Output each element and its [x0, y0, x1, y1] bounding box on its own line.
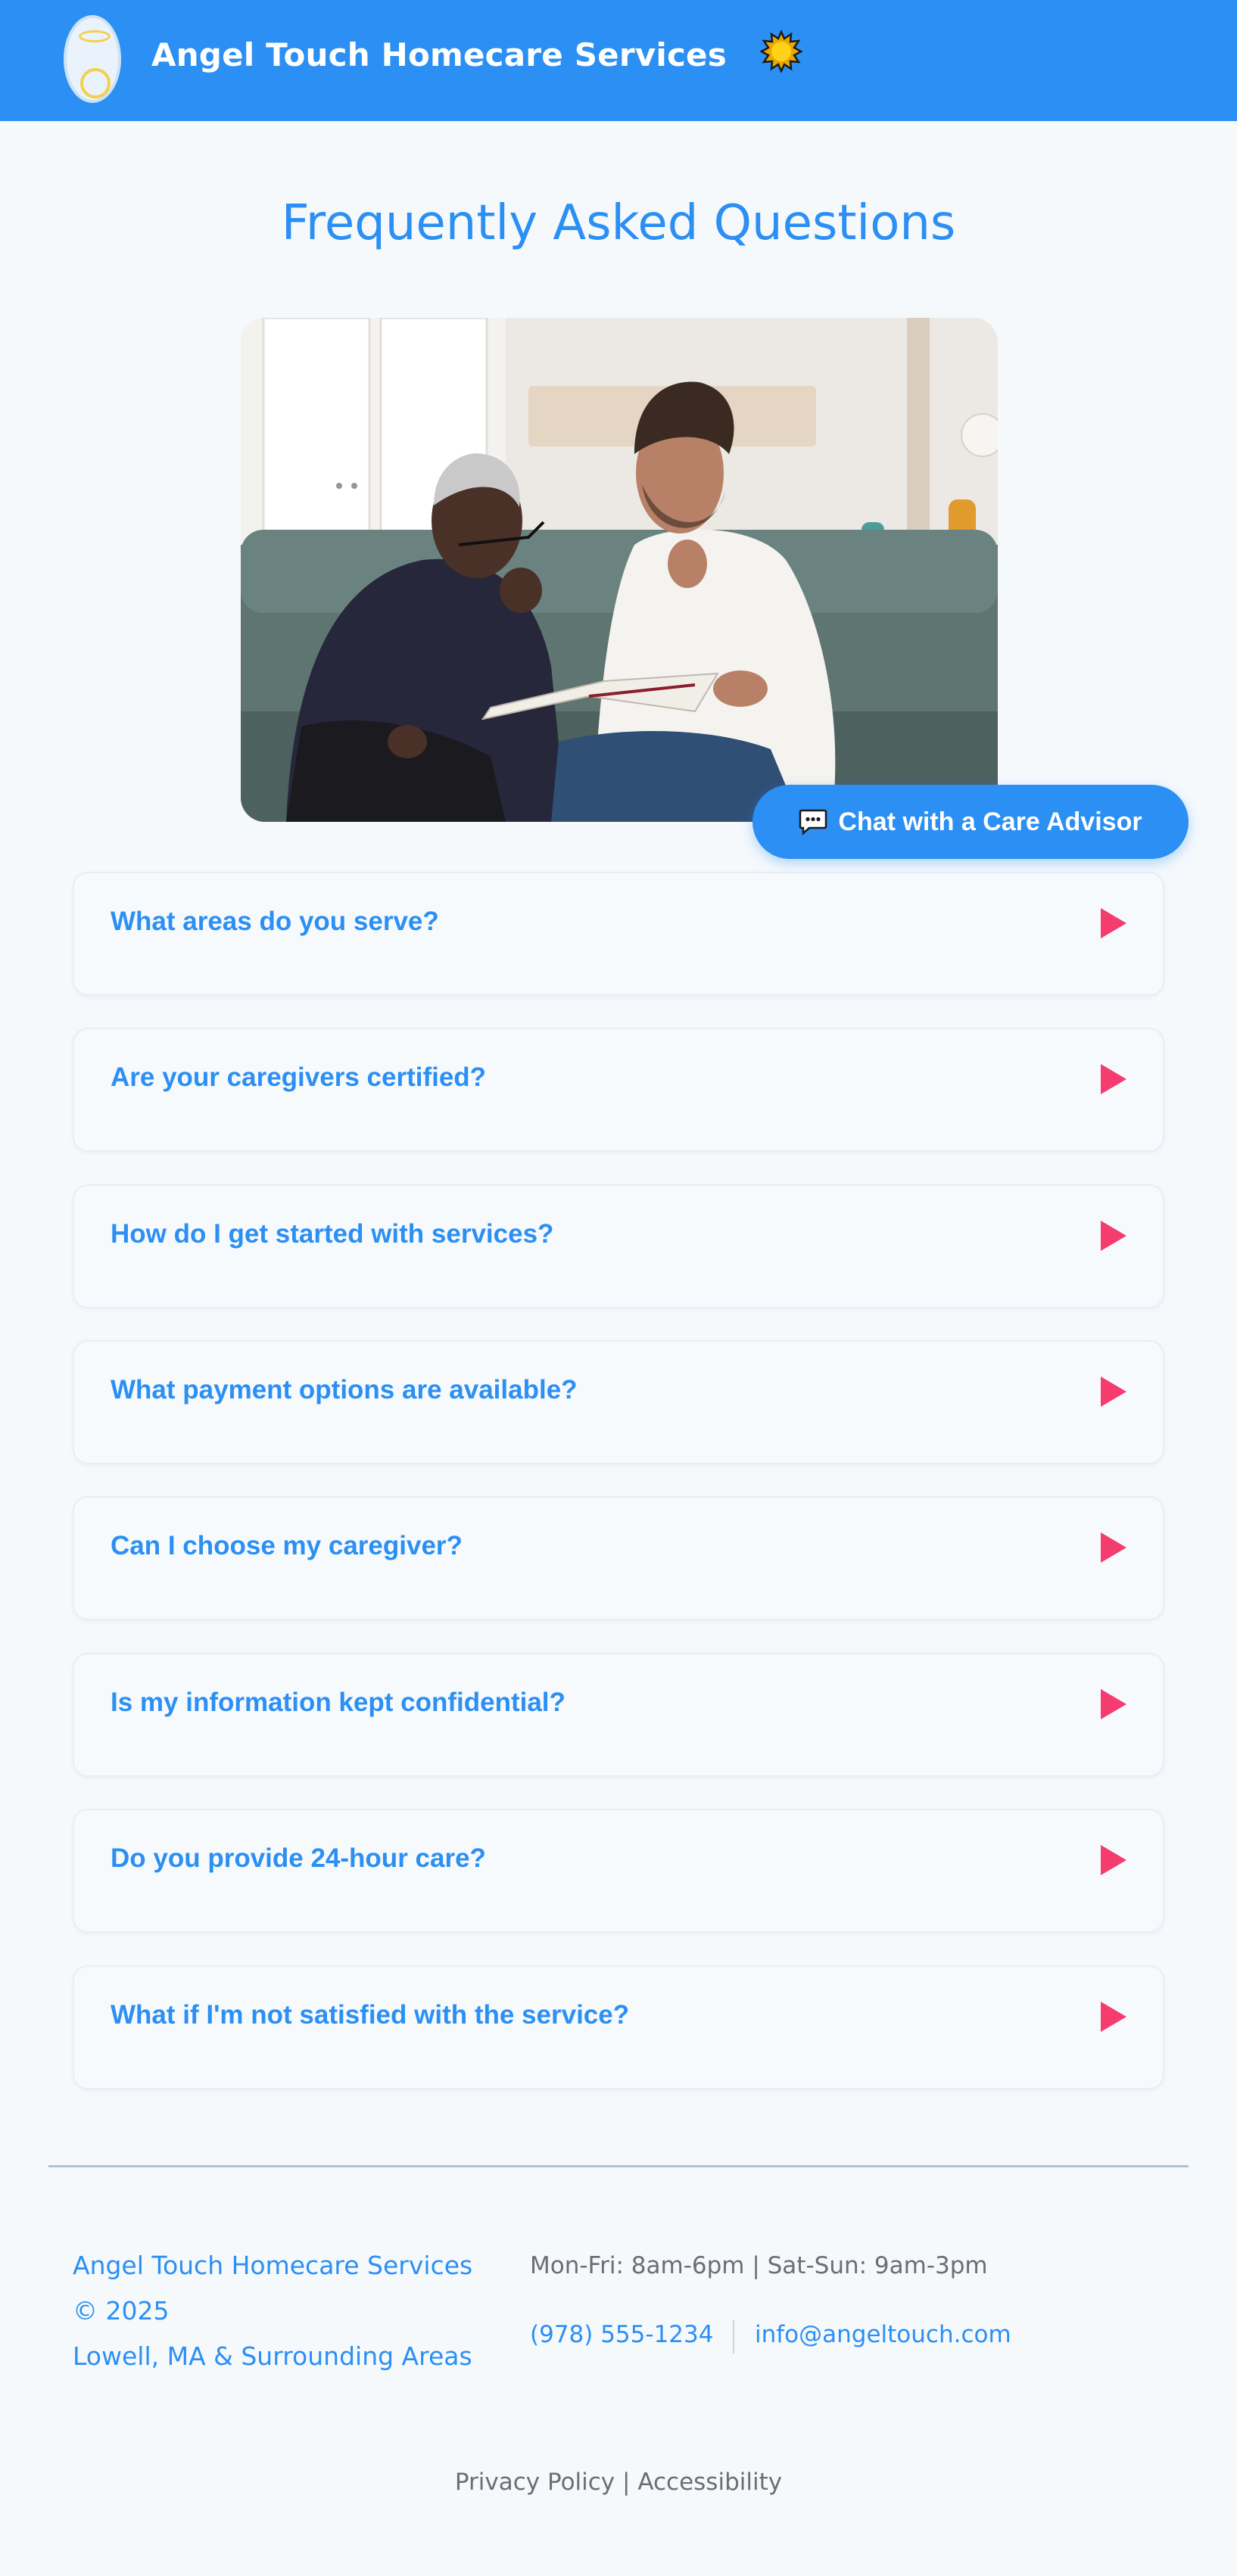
faq-item-certified[interactable]: Are your caregivers certified? [73, 1028, 1164, 1152]
faq-item-areas[interactable]: What areas do you serve? [73, 872, 1164, 996]
faq-question: What areas do you serve? [111, 907, 439, 936]
footer-email-link[interactable]: info@angeltouch.com [755, 2321, 1011, 2348]
expand-arrow-icon [1101, 1221, 1126, 1251]
accessibility-link[interactable]: Accessibility [637, 2469, 782, 2496]
expand-arrow-icon [1101, 1689, 1126, 1719]
faq-question: Are your caregivers certified? [111, 1062, 487, 1092]
halo-shape [79, 30, 111, 42]
chat-with-care-advisor-button[interactable]: Chat with a Care Advisor [752, 785, 1189, 859]
expand-arrow-icon [1101, 1377, 1126, 1407]
faq-question: What if I'm not satisfied with the servi… [111, 2000, 630, 2030]
faq-question: Can I choose my caregiver? [111, 1531, 463, 1560]
expand-arrow-icon [1101, 1845, 1126, 1875]
faq-item-satisfaction[interactable]: What if I'm not satisfied with the servi… [73, 1965, 1164, 2089]
footer-legal-links: Privacy Policy | Accessibility [48, 2469, 1189, 2496]
footer-company-name: Angel Touch Homecare Services [73, 2251, 473, 2280]
faq-item-24-hour[interactable]: Do you provide 24-hour care? [73, 1809, 1164, 1933]
faq-question: Do you provide 24-hour care? [111, 1843, 486, 1873]
faq-question: What payment options are available? [111, 1375, 578, 1405]
faq-question: Is my information kept confidential? [111, 1688, 566, 1717]
angel-logo-icon[interactable] [64, 15, 121, 103]
footer-hours: Mon-Fri: 8am-6pm | Sat-Sun: 9am-3pm [530, 2252, 988, 2279]
legal-separator: | [622, 2469, 631, 2496]
site-header: Angel Touch Homecare Services [0, 0, 1237, 121]
speech-bubble-icon [799, 808, 827, 835]
chat-button-label: Chat with a Care Advisor [838, 807, 1142, 836]
faq-item-choose-caregiver[interactable]: Can I choose my caregiver? [73, 1496, 1164, 1620]
expand-arrow-icon [1101, 2002, 1126, 2032]
page-title: Frequently Asked Questions [281, 195, 956, 251]
footer-contact-divider [733, 2320, 734, 2354]
expand-arrow-icon [1101, 908, 1126, 938]
logo-circle-shape [80, 68, 111, 98]
faq-item-get-started[interactable]: How do I get started with services? [73, 1184, 1164, 1308]
expand-arrow-icon [1101, 1064, 1126, 1094]
footer-company-info: Angel Touch Homecare Services © 2025 Low… [73, 2243, 497, 2379]
caregiver-photo [241, 318, 998, 822]
brand-name[interactable]: Angel Touch Homecare Services [151, 36, 727, 73]
faq-item-confidential[interactable]: Is my information kept confidential? [73, 1653, 1164, 1777]
footer-copyright: © 2025 [73, 2296, 170, 2326]
site-footer: Angel Touch Homecare Services © 2025 Low… [48, 2167, 1189, 2531]
faq-item-payment[interactable]: What payment options are available? [73, 1340, 1164, 1464]
sun-icon[interactable] [760, 30, 802, 73]
privacy-policy-link[interactable]: Privacy Policy [455, 2469, 615, 2496]
footer-service-area: Lowell, MA & Surrounding Areas [73, 2341, 472, 2371]
faq-question: How do I get started with services? [111, 1219, 554, 1249]
footer-phone-link[interactable]: (978) 555-1234 [530, 2321, 713, 2348]
expand-arrow-icon [1101, 1532, 1126, 1563]
